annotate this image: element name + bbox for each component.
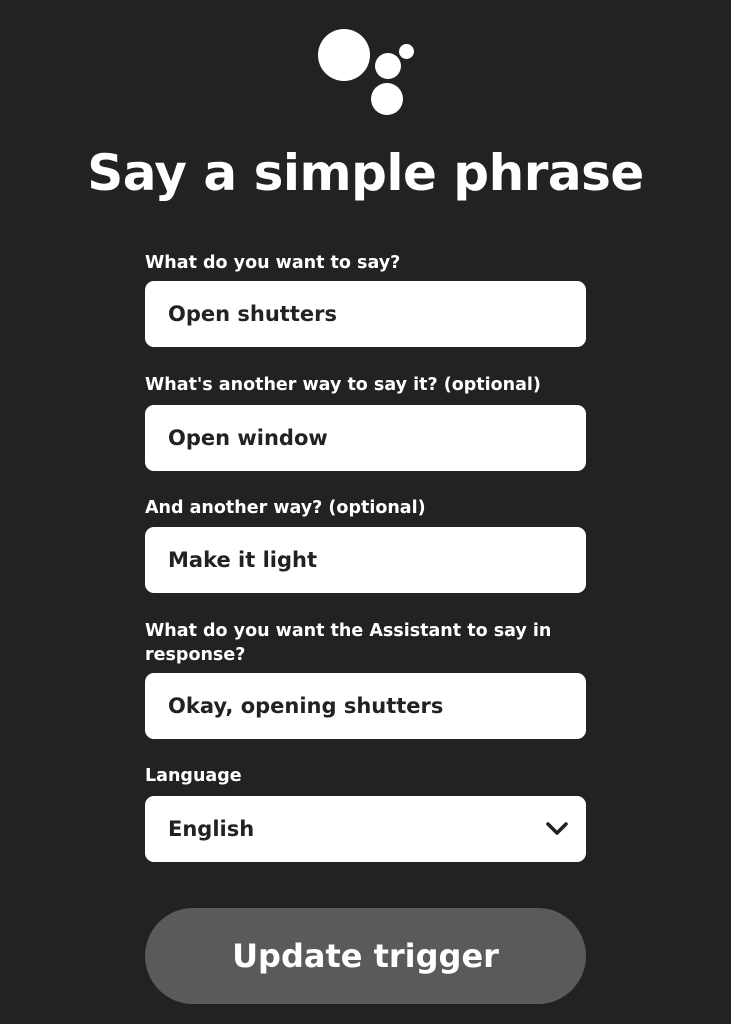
alt-phrase-1-input[interactable] [145, 405, 586, 471]
logo-dot-large [318, 29, 370, 81]
phrase-input[interactable] [145, 281, 586, 347]
chevron-down-icon [546, 822, 568, 835]
alt-phrase-2-label: And another way? (optional) [145, 498, 426, 518]
language-select[interactable]: English [145, 796, 586, 862]
logo-dot-small [399, 44, 414, 59]
response-label: What do you want the Assistant to say in… [145, 621, 552, 665]
logo-dot-medium [375, 53, 401, 79]
language-label: Language [145, 766, 242, 786]
phrase-field[interactable] [145, 281, 586, 347]
response-input[interactable] [145, 673, 586, 739]
response-field[interactable] [145, 673, 586, 739]
google-assistant-logo [0, 0, 731, 120]
phrase-label: What do you want to say? [145, 253, 401, 273]
alt-phrase-2-field[interactable] [145, 527, 586, 593]
alt-phrase-2-input[interactable] [145, 527, 586, 593]
page-title: Say a simple phrase [87, 144, 644, 202]
language-selected-value: English [168, 817, 255, 841]
alt-phrase-1-field[interactable] [145, 405, 586, 471]
update-trigger-button[interactable]: Update trigger [145, 908, 586, 1004]
alt-phrase-1-label: What's another way to say it? (optional) [145, 375, 541, 395]
logo-dot-lower [371, 83, 403, 115]
